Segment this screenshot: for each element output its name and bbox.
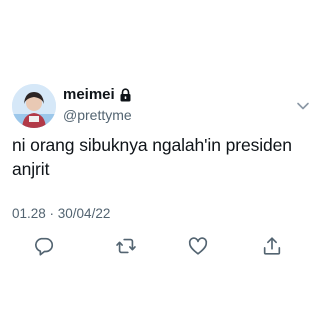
avatar[interactable]: [12, 84, 56, 128]
tweet-text-line: anjrit: [12, 159, 50, 179]
action-bar: [0, 232, 320, 260]
retweet-icon: [116, 238, 136, 254]
avatar-image: [12, 84, 56, 128]
reply-button[interactable]: [30, 232, 58, 260]
chevron-down-icon[interactable]: [296, 98, 310, 110]
tweet-text: ni orang sibuknya ngalah'in presiden anj…: [12, 133, 312, 181]
lock-icon: [119, 88, 132, 102]
tweet-text-line: ni orang sibuknya ngalah'in presiden: [12, 135, 292, 155]
share-icon: [263, 237, 281, 255]
author-handle[interactable]: @prettyme: [63, 106, 132, 124]
retweet-button[interactable]: [112, 232, 140, 260]
author-name[interactable]: meimei: [63, 86, 132, 104]
display-name[interactable]: meimei: [63, 86, 115, 104]
like-button[interactable]: [184, 232, 212, 260]
share-button[interactable]: [258, 232, 286, 260]
reply-icon: [35, 237, 54, 256]
tweet-card: meimei @prettyme ni orang sibuknya ngala…: [0, 0, 320, 320]
like-icon: [188, 237, 208, 255]
timestamp[interactable]: 01.28 · 30/04/22: [12, 205, 110, 223]
